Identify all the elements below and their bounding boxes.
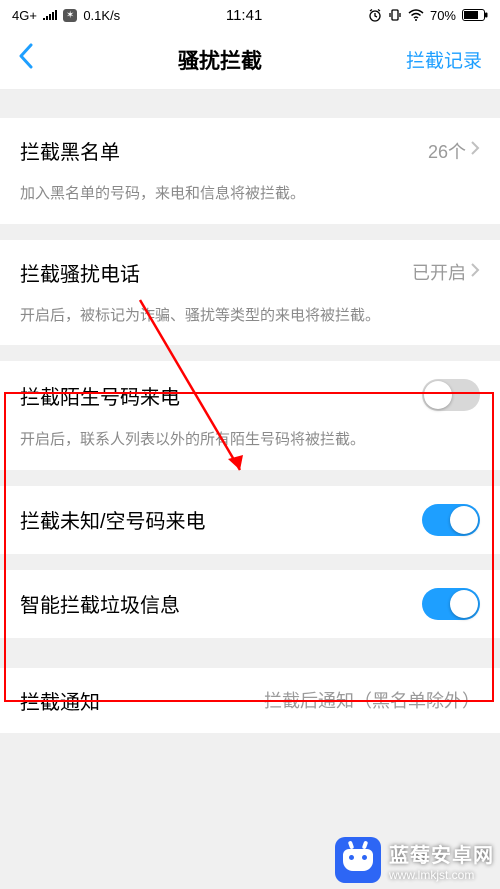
status-bar-left: 4G+ ✶ 0.1K/s — [12, 8, 120, 23]
wechat-icon: ✶ — [63, 9, 77, 22]
battery-icon — [462, 9, 488, 21]
page-title: 骚扰拦截 — [178, 45, 262, 75]
watermark-url: www.lmkjst.com — [389, 868, 494, 882]
network-speed: 0.1K/s — [83, 8, 120, 23]
row-smart-sms: 智能拦截垃圾信息 — [0, 570, 500, 638]
watermark-title: 蓝莓安卓网 — [389, 839, 494, 868]
row-notify-status: 拦截后通知（黑名单除外） — [264, 687, 480, 713]
row-stranger-title: 拦截陌生号码来电 — [20, 381, 180, 410]
row-unknown: 拦截未知/空号码来电 — [0, 486, 500, 554]
row-notify-value: 拦截后通知（黑名单除外） — [264, 687, 480, 713]
row-spam-calls[interactable]: 拦截骚扰电话 已开启 — [0, 240, 500, 305]
row-smart-sms-title: 智能拦截垃圾信息 — [20, 589, 180, 618]
chevron-right-icon — [470, 139, 480, 162]
row-stranger: 拦截陌生号码来电 — [0, 361, 500, 429]
status-bar: 4G+ ✶ 0.1K/s 11:41 70% — [0, 0, 500, 30]
row-notify-title: 拦截通知 — [20, 686, 100, 715]
network-type: 4G+ — [12, 8, 37, 23]
row-unknown-title: 拦截未知/空号码来电 — [20, 505, 206, 534]
status-bar-time: 11:41 — [226, 7, 262, 24]
battery-percent: 70% — [430, 8, 456, 23]
row-spam-calls-value: 已开启 — [412, 259, 480, 285]
row-blacklist-value: 26个 — [428, 138, 480, 164]
status-bar-right: 70% — [368, 8, 488, 23]
row-blacklist-desc: 加入黑名单的号码，来电和信息将被拦截。 — [0, 183, 500, 224]
row-blacklist-title: 拦截黑名单 — [20, 136, 120, 165]
wifi-icon — [408, 9, 424, 21]
records-button[interactable]: 拦截记录 — [406, 46, 482, 73]
row-blacklist[interactable]: 拦截黑名单 26个 — [0, 118, 500, 183]
watermark: 蓝莓安卓网 www.lmkjst.com — [335, 837, 494, 883]
vibrate-icon — [388, 8, 402, 22]
row-blacklist-count: 26个 — [428, 138, 466, 164]
row-spam-calls-title: 拦截骚扰电话 — [20, 258, 140, 287]
back-button[interactable] — [18, 43, 34, 76]
row-notify[interactable]: 拦截通知 拦截后通知（黑名单除外） — [0, 668, 500, 733]
watermark-logo-icon — [335, 837, 381, 883]
alarm-icon — [368, 8, 382, 22]
chevron-right-icon — [470, 261, 480, 284]
row-stranger-desc: 开启后，联系人列表以外的所有陌生号码将被拦截。 — [0, 429, 500, 470]
row-spam-calls-status: 已开启 — [412, 259, 466, 285]
toggle-unknown[interactable] — [422, 504, 480, 536]
row-spam-calls-desc: 开启后，被标记为诈骗、骚扰等类型的来电将被拦截。 — [0, 305, 500, 346]
toggle-stranger[interactable] — [422, 379, 480, 411]
toggle-smart-sms[interactable] — [422, 588, 480, 620]
signal-icon — [43, 8, 57, 23]
nav-bar: 骚扰拦截 拦截记录 — [0, 30, 500, 90]
